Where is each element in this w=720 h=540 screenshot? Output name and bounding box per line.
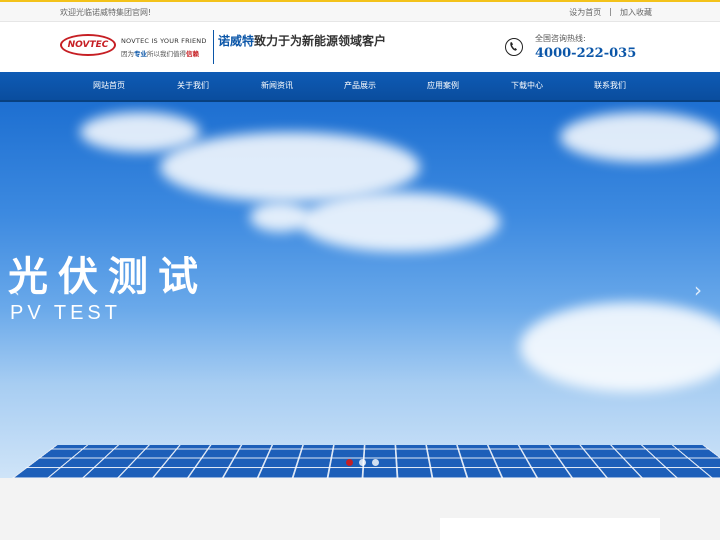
hotline-number[interactable]: 4000-222-035 <box>535 46 636 61</box>
tagline-cn-mid: 所以我们值得 <box>147 50 186 58</box>
tagline-cn-hl2: 信赖 <box>186 50 199 58</box>
nav-item-home[interactable]: 网站首页 <box>74 72 144 100</box>
next-slide-arrow[interactable]: › <box>694 278 702 302</box>
tagline-cn: 因为专业所以我们值得信赖 <box>121 48 199 58</box>
nav-item-news[interactable]: 新闻资讯 <box>242 72 312 100</box>
nav-item-contact[interactable]: 联系我们 <box>575 72 645 100</box>
slogan-brand: 诺威特 <box>218 34 254 48</box>
phone-glyph <box>506 39 521 54</box>
prev-slide-arrow[interactable]: ‹ <box>12 278 20 302</box>
cloud-shape <box>300 192 500 252</box>
cloud-shape <box>560 112 720 162</box>
slide-dots <box>346 459 379 466</box>
slide-dot[interactable] <box>372 459 379 466</box>
add-favorite-link[interactable]: 加入收藏 <box>620 7 652 18</box>
top-bar: 欢迎光临诺威特集团官网! 设为首页 | 加入收藏 <box>0 0 720 22</box>
main-nav: 网站首页 关于我们 新闻资讯 产品展示 应用案例 下载中心 联系我们 <box>0 72 720 102</box>
header-divider <box>213 30 214 64</box>
tagline-cn-pre: 因为 <box>121 50 134 58</box>
hotline-label: 全国咨询热线: <box>535 33 586 44</box>
nav-item-about[interactable]: 关于我们 <box>158 72 228 100</box>
cloud-shape <box>520 302 720 392</box>
slide-dot[interactable] <box>346 459 353 466</box>
set-home-link[interactable]: 设为首页 <box>569 7 601 18</box>
banner-title-en: PV TEST <box>10 302 121 325</box>
tagline-en: NOVTEC IS YOUR FRIEND <box>121 37 207 45</box>
top-links: 设为首页 | 加入收藏 <box>569 7 652 18</box>
phone-icon <box>505 38 523 56</box>
hero-banner[interactable]: 光伏测试 PV TEST ‹ › <box>0 102 720 478</box>
banner-title-cn: 光伏测试 <box>8 244 208 302</box>
nav-item-cases[interactable]: 应用案例 <box>408 72 478 100</box>
tagline-cn-hl1: 专业 <box>134 50 147 58</box>
welcome-text: 欢迎光临诺威特集团官网! <box>60 7 151 18</box>
cloud-shape <box>250 202 310 232</box>
content-panel <box>440 518 660 540</box>
logo-text: NOVTEC <box>68 40 109 50</box>
slogan-rest: 致力于为新能源领域客户 <box>254 34 386 48</box>
link-separator: | <box>609 7 612 18</box>
header-slogan: 诺威特致力于为新能源领域客户 <box>218 32 386 49</box>
cloud-shape <box>80 112 200 152</box>
novtec-logo[interactable]: NOVTEC <box>60 34 116 56</box>
slide-dot[interactable] <box>359 459 366 466</box>
nav-item-products[interactable]: 产品展示 <box>325 72 395 100</box>
site-header: NOVTEC NOVTEC IS YOUR FRIEND 因为专业所以我们值得信… <box>0 22 720 72</box>
nav-item-downloads[interactable]: 下载中心 <box>492 72 562 100</box>
